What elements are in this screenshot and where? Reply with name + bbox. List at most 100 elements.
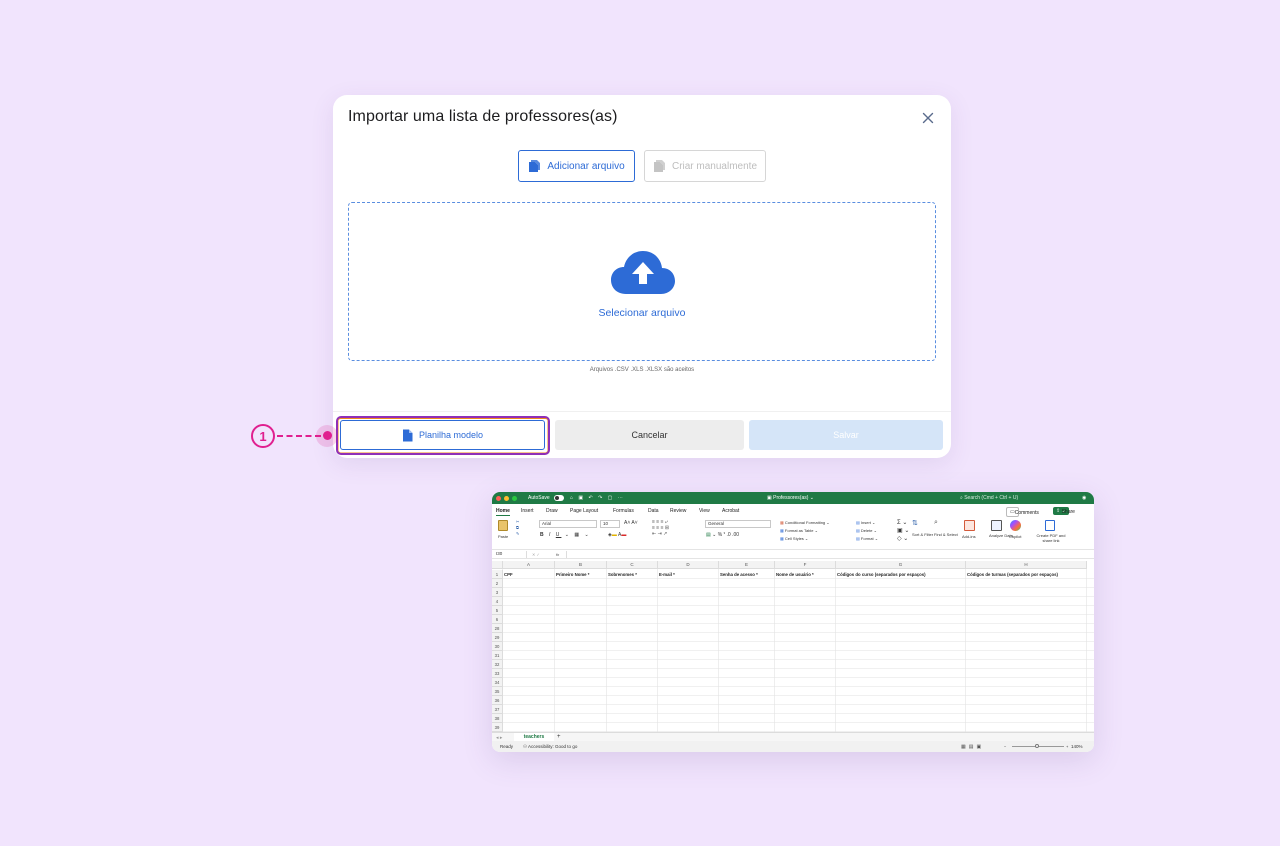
- font-name-select[interactable]: Arial: [539, 520, 597, 528]
- row-header[interactable]: 39: [492, 723, 503, 732]
- paste-icon[interactable]: [498, 520, 508, 531]
- menu-tab-formulas[interactable]: Formulas: [613, 508, 634, 514]
- row-header[interactable]: 38: [492, 714, 503, 723]
- add-file-button[interactable]: Adicionar arquivo: [518, 150, 635, 182]
- row-header[interactable]: 1: [492, 570, 503, 579]
- close-window-icon[interactable]: [496, 495, 501, 501]
- search-box[interactable]: ⌕ Search (Cmd + Ctrl + U): [960, 495, 1018, 501]
- file-icon: [529, 160, 541, 172]
- column-header[interactable]: F: [775, 561, 836, 569]
- row-header[interactable]: 29: [492, 633, 503, 642]
- name-box[interactable]: I30: [494, 551, 527, 558]
- column-header[interactable]: H: [966, 561, 1087, 569]
- copilot-icon[interactable]: [1010, 520, 1021, 531]
- number-format-icons[interactable]: ▤ ⌄ % ❜ .0 .00: [706, 532, 739, 538]
- row-header[interactable]: 31: [492, 651, 503, 660]
- font-grow-shrink-icons[interactable]: A˄ A˅: [624, 520, 638, 526]
- menu-tab-draw[interactable]: Draw: [546, 508, 558, 514]
- formula-input[interactable]: [566, 551, 1086, 558]
- formula-cancel-confirm-icons[interactable]: ✕ ✓: [532, 552, 540, 557]
- header-cell[interactable]: Senha de acesso *: [719, 570, 774, 579]
- function-icon[interactable]: fx: [556, 552, 559, 557]
- header-cell[interactable]: Códigos de turmas (separados por espaços…: [966, 570, 1086, 579]
- clipboard-icons[interactable]: ✂ ⧉ ✎: [516, 519, 519, 537]
- row-header[interactable]: 33: [492, 669, 503, 678]
- account-icon[interactable]: ◉: [1082, 495, 1086, 501]
- create-manually-button[interactable]: Criar manualmente: [644, 150, 766, 182]
- delete-cells-button[interactable]: ▤ Delete ⌄: [856, 528, 877, 533]
- template-spreadsheet-button[interactable]: Planilha modelo: [340, 420, 545, 450]
- header-cell[interactable]: E-mail *: [658, 570, 718, 579]
- sheet-nav-arrows[interactable]: ◂ ▸: [496, 735, 502, 741]
- dialog-title: Importar uma lista de professores(as): [348, 108, 618, 125]
- sort-filter-icon[interactable]: ⇅: [912, 519, 918, 527]
- column-header[interactable]: D: [658, 561, 719, 569]
- minimize-window-icon[interactable]: [504, 495, 509, 501]
- row-header[interactable]: 5: [492, 606, 503, 615]
- quick-access-icons[interactable]: ⌂ ▣ ↶ ↷ ▢ ⋯: [570, 495, 625, 501]
- insert-cells-button[interactable]: ▤ Insert ⌄: [856, 520, 875, 525]
- column-header[interactable]: C: [607, 561, 658, 569]
- addins-icon[interactable]: [964, 520, 975, 531]
- row-header[interactable]: 28: [492, 624, 503, 633]
- find-select-icon[interactable]: ⌕: [934, 519, 938, 527]
- analyze-data-icon[interactable]: [991, 520, 1002, 531]
- save-button[interactable]: Salvar: [749, 420, 943, 450]
- autosave-toggle[interactable]: [554, 495, 564, 501]
- row-header[interactable]: 34: [492, 678, 503, 687]
- select-all-corner[interactable]: [492, 561, 503, 569]
- column-header[interactable]: B: [555, 561, 607, 569]
- bold-italic-underline-icons[interactable]: B I U ⌄ ▦ ⌄: [540, 532, 591, 538]
- font-size-select[interactable]: 10: [600, 520, 620, 528]
- row-header[interactable]: 4: [492, 597, 503, 606]
- conditional-formatting-button[interactable]: ▦ Conditional Formatting ⌄: [780, 520, 830, 525]
- menu-tab-home[interactable]: Home: [496, 508, 510, 516]
- column-header[interactable]: G: [836, 561, 966, 569]
- zoom-slider-thumb[interactable]: [1035, 744, 1039, 748]
- row-header[interactable]: 30: [492, 642, 503, 651]
- autosum-fill-clear-icons[interactable]: Σ ⌄ ▣ ⌄ ◇ ⌄: [897, 519, 909, 543]
- format-as-table-button[interactable]: ▦ Format as Table ⌄: [780, 528, 818, 533]
- view-mode-icons[interactable]: ▦▤▣: [961, 744, 984, 750]
- create-pdf-icon[interactable]: [1045, 520, 1055, 531]
- header-cell[interactable]: CPF: [503, 570, 554, 579]
- menu-tab-view[interactable]: View: [699, 508, 710, 514]
- zoom-out-icon[interactable]: −: [1004, 744, 1006, 749]
- row-header[interactable]: 3: [492, 588, 503, 597]
- format-cells-button[interactable]: ▤ Format ⌄: [856, 536, 878, 541]
- header-cell[interactable]: Nome de usuário *: [775, 570, 835, 579]
- spreadsheet-grid[interactable]: A B C D E F G H 1 2 3 4 5 6 28 29 30 31 32 33 34 35 36 37 38 39 CP…: [492, 561, 1094, 733]
- menu-tab-review[interactable]: Review: [670, 508, 686, 514]
- cell-styles-button[interactable]: ▦ Cell Styles ⌄: [780, 536, 808, 541]
- cancel-button[interactable]: Cancelar: [555, 420, 744, 450]
- zoom-in-icon[interactable]: +: [1066, 744, 1068, 749]
- row-header[interactable]: 35: [492, 687, 503, 696]
- menu-tab-data[interactable]: Data: [648, 508, 659, 514]
- header-cell[interactable]: Códigos do curso (separados por espaços): [836, 570, 965, 579]
- share-button[interactable]: ⇪ Share ⌄: [1053, 506, 1075, 515]
- add-sheet-button[interactable]: +: [557, 734, 561, 740]
- zoom-window-icon[interactable]: [512, 495, 517, 501]
- comments-button[interactable]: ▭ Comments: [1006, 506, 1039, 517]
- alignment-icons[interactable]: ≡ ≡ ≡ ⤶ ≡ ≡ ≡ ⊞ ⇤ ⇥ ↗: [652, 519, 669, 537]
- menu-tab-insert[interactable]: Insert: [521, 508, 534, 514]
- row-header[interactable]: 6: [492, 615, 503, 624]
- number-format-select[interactable]: General: [705, 520, 771, 528]
- menu-tab-page-layout[interactable]: Page Layout: [570, 508, 598, 514]
- select-file-link[interactable]: Selecionar arquivo: [349, 307, 935, 319]
- accessibility-status[interactable]: ⚇ Accessibility: Good to go: [523, 744, 577, 750]
- column-header[interactable]: A: [503, 561, 555, 569]
- column-header[interactable]: E: [719, 561, 775, 569]
- close-button[interactable]: [919, 109, 937, 127]
- menu-tab-acrobat[interactable]: Acrobat: [722, 508, 739, 514]
- file-dropzone[interactable]: Selecionar arquivo: [348, 202, 936, 361]
- callout-dot: [323, 431, 332, 440]
- row-header[interactable]: 2: [492, 579, 503, 588]
- row-header[interactable]: 36: [492, 696, 503, 705]
- zoom-slider[interactable]: [1012, 744, 1064, 748]
- row-header[interactable]: 37: [492, 705, 503, 714]
- row-header[interactable]: 32: [492, 660, 503, 669]
- fill-font-color-icons[interactable]: ◈▬ A▬: [608, 532, 626, 538]
- header-cell[interactable]: Sobrenomes *: [607, 570, 657, 579]
- header-cell[interactable]: Primeiro Nome *: [555, 570, 606, 579]
